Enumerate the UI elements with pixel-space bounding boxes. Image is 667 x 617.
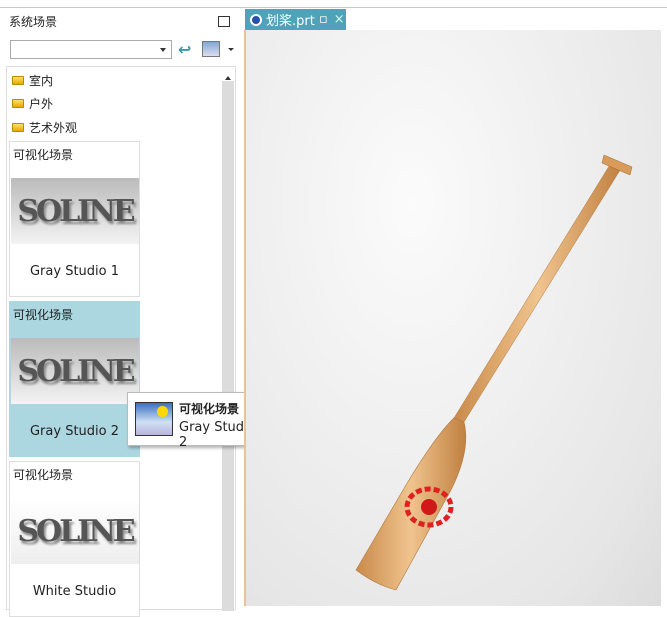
card-label: Gray Studio 1 xyxy=(29,264,120,279)
close-icon[interactable]: × xyxy=(334,12,345,27)
card-label: White Studio xyxy=(32,584,117,599)
card-category: 可视化场景 xyxy=(13,308,74,322)
folder-indoor[interactable]: 室内 xyxy=(12,71,53,89)
part-icon xyxy=(250,13,262,26)
landscape-icon xyxy=(135,402,173,436)
scene-thumbnail: SOLINE xyxy=(11,338,139,404)
folder-icon xyxy=(12,75,24,85)
panel-title: 系统场景 xyxy=(9,15,58,29)
back-arrow-icon[interactable]: ↩ xyxy=(178,40,191,59)
scroll-thumb[interactable] xyxy=(222,81,234,611)
folder-outdoor[interactable]: 户外 xyxy=(12,94,53,112)
tab-part-file[interactable]: 划桨.prt ▫ × xyxy=(245,9,346,30)
chevron-down-icon xyxy=(160,48,166,55)
card-label: Gray Studio 2 xyxy=(29,424,120,439)
scroll-up-icon[interactable] xyxy=(225,73,231,80)
card-category: 可视化场景 xyxy=(13,148,74,162)
3d-viewport[interactable] xyxy=(244,30,661,606)
folder-art[interactable]: 艺术外观 xyxy=(12,118,77,136)
folder-icon xyxy=(12,98,24,108)
scene-list: 室内 户外 艺术外观 可视化场景 SOLINE Gray Studio 1 可视化场… xyxy=(6,66,236,617)
tab-label: 划桨.prt xyxy=(266,14,315,29)
card-category: 可视化场景 xyxy=(13,468,74,482)
chevron-down-icon[interactable] xyxy=(228,48,234,54)
scene-card[interactable]: 可视化场景 SOLINE White Studio xyxy=(9,461,140,617)
scene-card[interactable]: 可视化场景 SOLINE Gray Studio 1 xyxy=(9,141,140,297)
scrollbar[interactable] xyxy=(222,67,235,611)
image-view-icon[interactable] xyxy=(202,41,220,57)
maximize-button[interactable] xyxy=(218,16,230,27)
scene-filter-combo[interactable] xyxy=(10,40,172,59)
tooltip-title: 可视化场景 xyxy=(179,402,240,416)
scene-thumbnail: SOLINE xyxy=(11,498,139,564)
folder-open-icon xyxy=(12,122,24,132)
paddle-model xyxy=(355,154,633,591)
scene-thumbnail: SOLINE xyxy=(11,178,139,244)
pin-icon[interactable]: ▫ xyxy=(319,12,328,27)
folder-label: 户外 xyxy=(29,96,54,111)
folder-label: 室内 xyxy=(29,73,54,88)
folder-label: 艺术外观 xyxy=(29,120,78,135)
scene-card-selected[interactable]: 可视化场景 SOLINE Gray Studio 2 xyxy=(9,301,140,457)
